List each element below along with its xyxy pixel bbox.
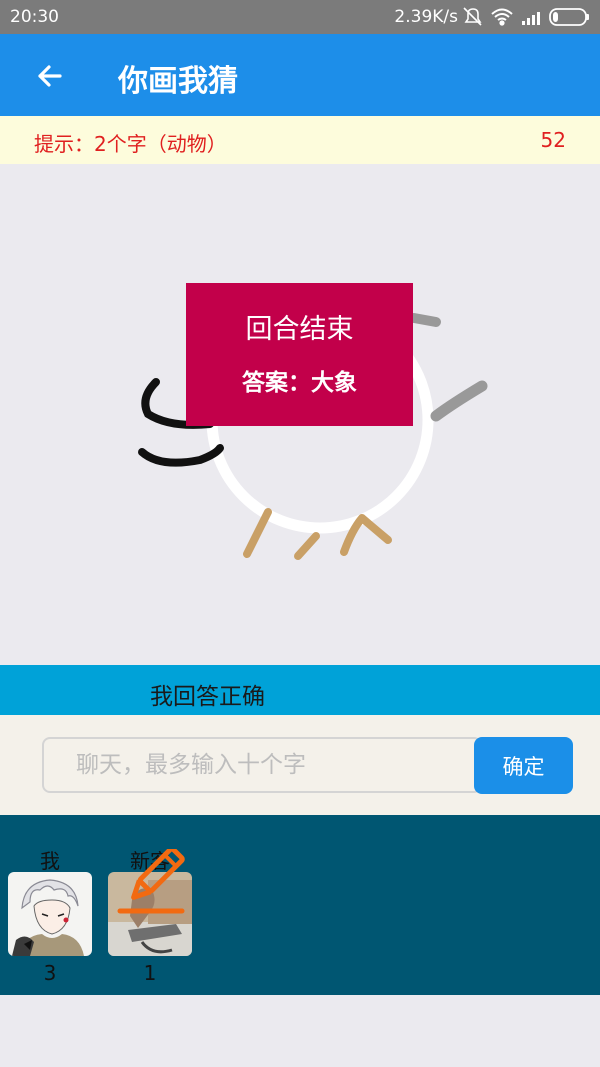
hint-text: 提示：2个字（动物）: [34, 132, 227, 156]
black-stroke-lower: [138, 444, 224, 467]
signal-icon: [522, 12, 540, 25]
result-text: 我回答正确: [150, 684, 265, 710]
status-time: 20:30: [10, 7, 59, 27]
page-title: 你画我猜: [118, 64, 238, 99]
player-score: 1: [143, 961, 157, 985]
network-speed: 2.39K/s: [394, 7, 458, 27]
player-card-guest[interactable]: 新客 1: [108, 815, 192, 995]
player-card-me[interactable]: 我 3: [8, 815, 92, 995]
result-bar: 我回答正确: [0, 665, 600, 715]
round-end-title: 回合结束: [245, 314, 354, 345]
answer-text: 答案：大象: [242, 370, 357, 396]
wifi-icon: [491, 8, 513, 26]
mute-bell-icon: [463, 7, 482, 26]
pencil-icon: [117, 849, 185, 914]
status-bar: 20:30 2.39K/s: [0, 0, 600, 34]
round-end-dialog: 回合结束 答案：大象: [186, 283, 413, 426]
hint-bar: 提示：2个字（动物） 52: [0, 116, 600, 164]
players-panel: 我 3 新客 1: [0, 815, 600, 995]
gray-stroke-right: [430, 380, 488, 422]
status-icons: [463, 7, 589, 26]
gray-stroke-top: [409, 313, 441, 327]
tan-stroke-1: [243, 508, 272, 558]
chat-input[interactable]: [42, 737, 482, 793]
tan-stroke-2: [294, 532, 320, 560]
back-arrow-icon[interactable]: [30, 56, 70, 96]
battery-icon: [549, 8, 589, 26]
player-score: 3: [43, 961, 57, 985]
chat-input-area: 确定: [0, 715, 600, 815]
player-name: 我: [40, 849, 60, 873]
avatar: [8, 872, 92, 956]
app-bar: 你画我猜: [0, 34, 600, 116]
confirm-button[interactable]: 确定: [474, 737, 573, 794]
countdown-timer: 52: [540, 128, 566, 152]
